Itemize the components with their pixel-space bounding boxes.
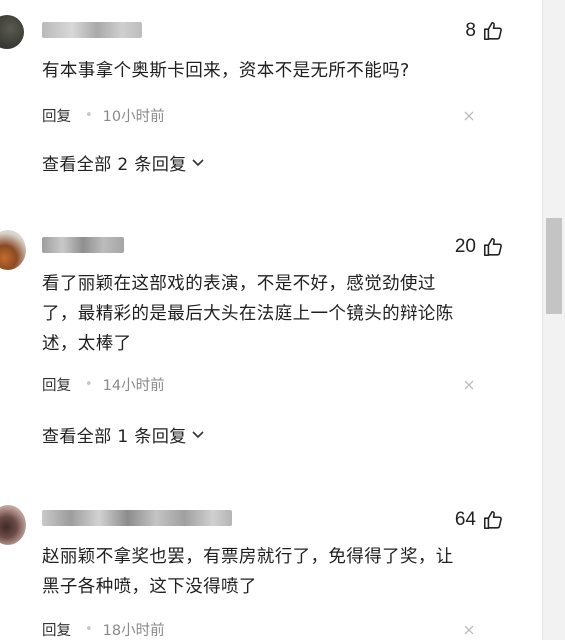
- view-all-replies-label: 查看全部 1 条回复: [42, 427, 187, 447]
- comment-meta: 回复 • 10小时前: [42, 105, 165, 126]
- comment-text-line: 黑子各种喷，这下没得喷了: [42, 577, 257, 597]
- separator-dot: •: [85, 622, 93, 637]
- view-all-replies-button[interactable]: 查看全部 1 条回复: [42, 422, 205, 447]
- thumbs-up-icon: [483, 21, 502, 41]
- close-icon[interactable]: [464, 380, 474, 390]
- like-button[interactable]: 8: [465, 20, 504, 42]
- comment-text-line: 述，太棒了: [42, 334, 132, 354]
- reply-button[interactable]: 回复: [42, 374, 71, 395]
- view-all-replies-label: 查看全部 2 条回复: [42, 155, 187, 175]
- like-count: 8: [465, 20, 476, 41]
- comment-text-line: 看了丽颖在这部戏的表演，不是不好，感觉劲使过: [42, 274, 436, 294]
- thumbs-up-icon: [483, 510, 502, 530]
- avatar[interactable]: [0, 230, 26, 270]
- comment-text: 有本事拿个奥斯卡回来，资本不是无所不能吗?: [42, 61, 410, 81]
- separator-dot: •: [85, 377, 93, 392]
- comment-text: 看了丽颖在这部戏的表演，不是不好，感觉劲使过 了，最精彩的是最后大头在法庭上一个…: [42, 269, 512, 359]
- like-count: 20: [454, 236, 476, 257]
- separator-dot: •: [85, 108, 93, 123]
- comment-meta: 回复 • 14小时前: [42, 374, 165, 395]
- timestamp: 10小时前: [102, 109, 165, 125]
- comment-text-line: 了，最精彩的是最后大头在法庭上一个镜头的辩论陈: [42, 304, 454, 324]
- scrollbar-track[interactable]: [542, 0, 565, 640]
- comment-text: 赵丽颖不拿奖也罢，有票房就行了，免得得了奖，让 黑子各种喷，这下没得喷了: [42, 542, 512, 602]
- username-blurred[interactable]: [42, 237, 124, 253]
- close-icon[interactable]: [464, 111, 474, 121]
- comment-meta: 回复 • 18小时前: [42, 619, 165, 640]
- like-count: 64: [454, 509, 476, 530]
- chevron-down-icon: [192, 158, 204, 166]
- scrollbar-thumb[interactable]: [546, 218, 562, 314]
- username-blurred[interactable]: [42, 22, 142, 38]
- avatar[interactable]: [0, 15, 24, 49]
- comment-text-line: 赵丽颖不拿奖也罢，有票房就行了，免得得了奖，让: [42, 547, 454, 567]
- thumbs-up-icon: [483, 237, 502, 257]
- timestamp: 18小时前: [102, 623, 165, 639]
- chevron-down-icon: [192, 430, 204, 438]
- reply-button[interactable]: 回复: [42, 619, 71, 640]
- timestamp: 14小时前: [102, 378, 165, 394]
- username-blurred[interactable]: [42, 510, 232, 526]
- like-button[interactable]: 64: [455, 509, 504, 531]
- avatar[interactable]: [0, 505, 26, 545]
- reply-button[interactable]: 回复: [42, 105, 71, 126]
- like-button[interactable]: 20: [455, 236, 504, 258]
- comments-page: 8 有本事拿个奥斯卡回来，资本不是无所不能吗? 回复 • 10小时前 查看全部 …: [0, 0, 565, 640]
- view-all-replies-button[interactable]: 查看全部 2 条回复: [42, 150, 205, 175]
- close-icon[interactable]: [464, 625, 474, 635]
